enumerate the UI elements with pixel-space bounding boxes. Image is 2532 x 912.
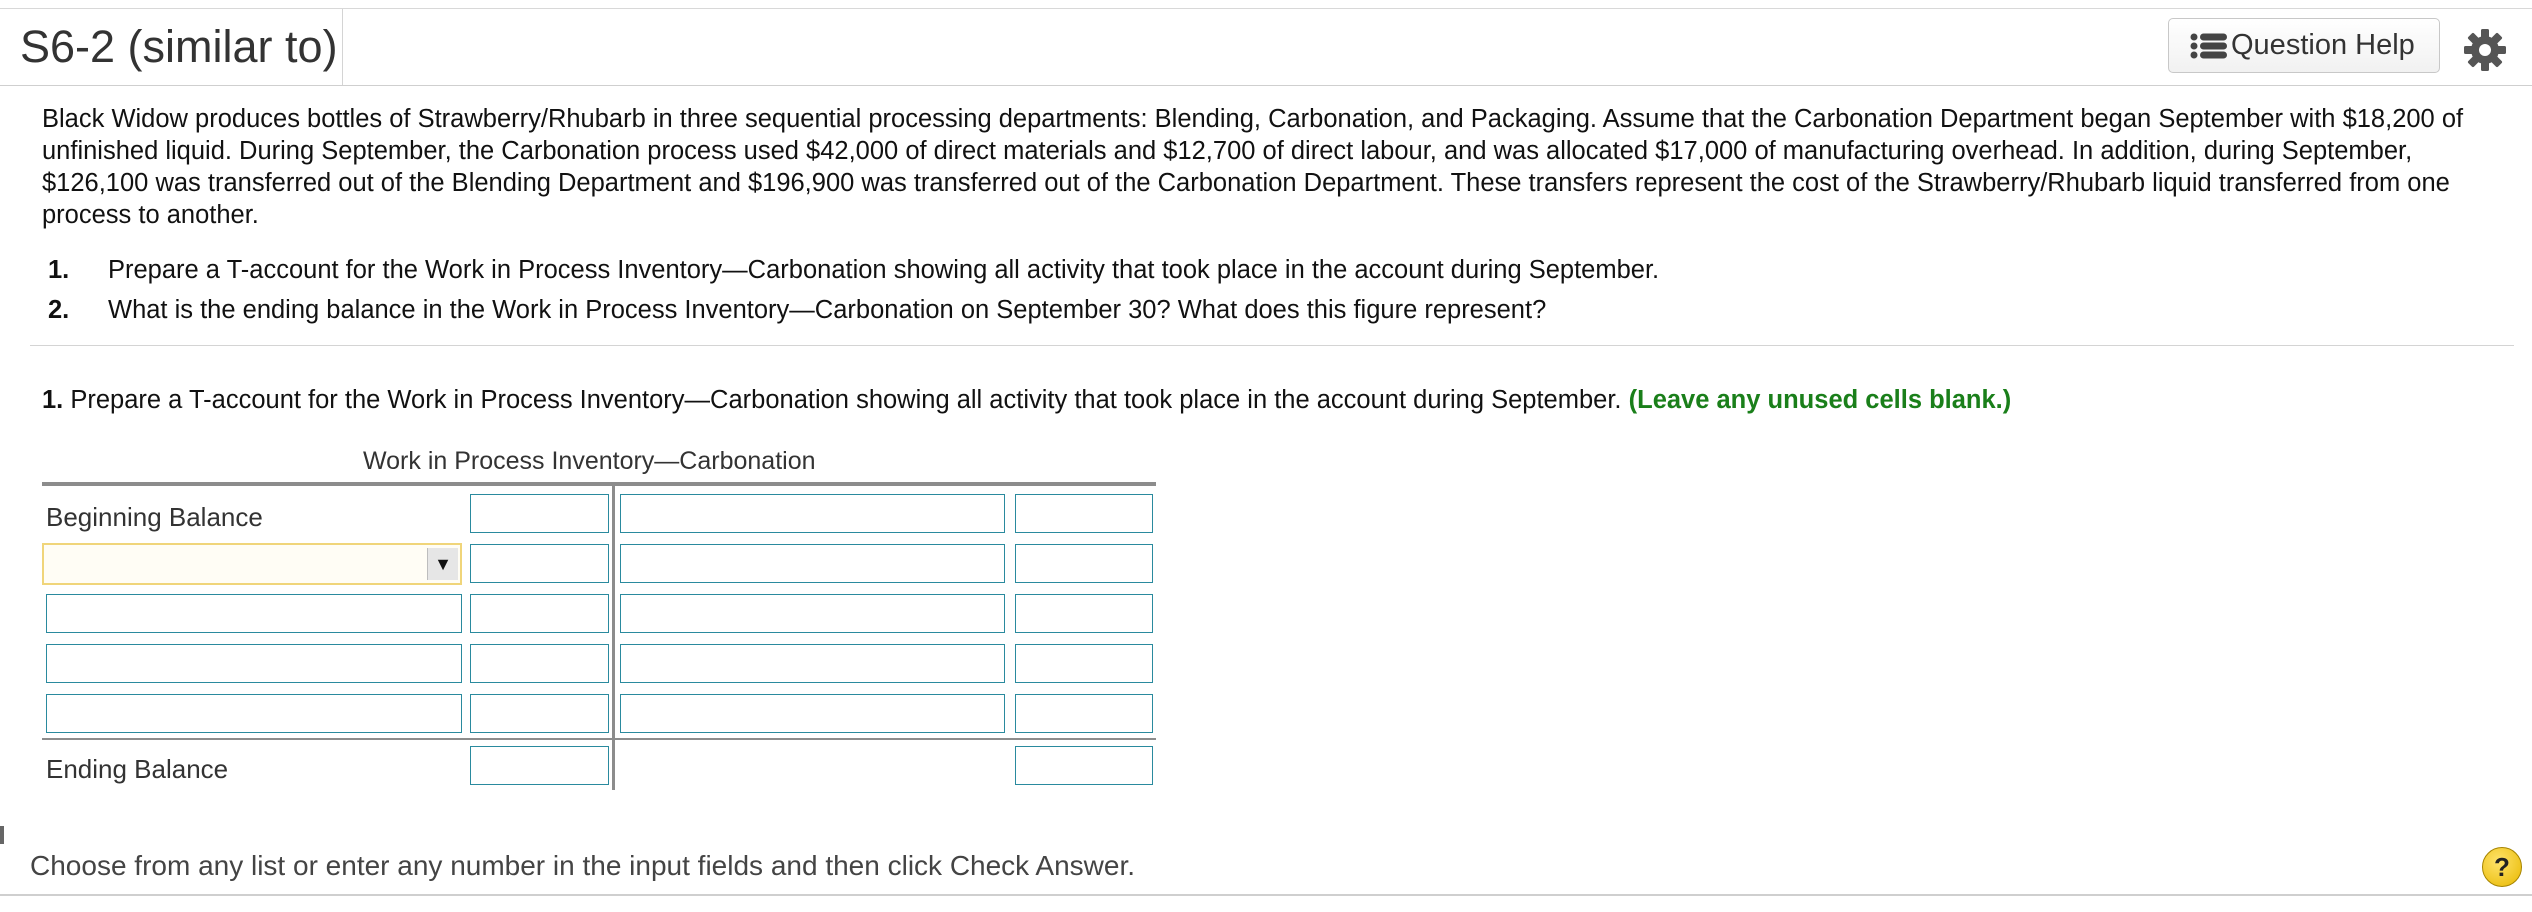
question-number: 2. <box>48 296 70 324</box>
gear-icon[interactable] <box>2462 27 2508 73</box>
list-icon <box>2190 33 2227 58</box>
question-text: What is the ending balance in the Work i… <box>108 296 1547 324</box>
ending-debit-amount-input[interactable] <box>470 746 609 785</box>
problem-intro: Black Widow produces bottles of Strawber… <box>42 105 2464 229</box>
header-bar: S6-2 (similar to) Question Help <box>0 9 2532 86</box>
credit-amount-input-1[interactable] <box>1015 494 1153 533</box>
part1-instruction: 1. Prepare a T-account for the Work in P… <box>42 384 2011 416</box>
part1-text: Prepare a T-account for the Work in Proc… <box>70 386 1622 414</box>
question-help-button[interactable]: Question Help <box>2168 18 2440 73</box>
ending-balance-label: Ending Balance <box>46 754 229 784</box>
taccount-top-line <box>42 482 1156 486</box>
title-divider <box>342 9 343 85</box>
credit-amount-input-5[interactable] <box>1015 694 1153 733</box>
list-item: 2. What is the ending balance in the Wor… <box>48 290 1659 330</box>
taccount-total-line <box>42 738 1156 740</box>
debit-amount-input-5[interactable] <box>470 694 609 733</box>
credit-amount-input-3[interactable] <box>1015 594 1153 633</box>
debit-account-input-4[interactable] <box>46 644 462 683</box>
credit-amount-input-4[interactable] <box>1015 644 1153 683</box>
credit-account-input-1[interactable] <box>620 494 1005 533</box>
debit-account-input-3[interactable] <box>46 594 462 633</box>
footer-rule <box>0 894 2532 896</box>
credit-amount-input-2[interactable] <box>1015 544 1153 583</box>
taccount-center-line <box>612 486 615 790</box>
question-number: 1. <box>48 256 70 284</box>
left-edge-mark <box>0 826 4 844</box>
question-text: Prepare a T-account for the Work in Proc… <box>108 256 1660 284</box>
part1-note: (Leave any unused cells blank.) <box>1628 386 2012 414</box>
credit-account-input-4[interactable] <box>620 644 1005 683</box>
credit-account-input-2[interactable] <box>620 544 1005 583</box>
footer-instruction: Choose from any list or enter any number… <box>30 850 1136 881</box>
question-list: 1. Prepare a T-account for the Work in P… <box>48 250 1659 330</box>
part1-number: 1. <box>42 386 64 414</box>
debit-amount-input-4[interactable] <box>470 644 609 683</box>
debit-amount-input-1[interactable] <box>470 494 609 533</box>
debit-account-dropdown[interactable]: ▼ <box>42 543 462 585</box>
chevron-down-icon[interactable]: ▼ <box>427 548 458 580</box>
section-divider <box>30 345 2514 346</box>
credit-account-input-5[interactable] <box>620 694 1005 733</box>
ending-credit-amount-input[interactable] <box>1015 746 1153 785</box>
debit-account-input-5[interactable] <box>46 694 462 733</box>
taccount-title: Work in Process Inventory—Carbonation <box>363 447 816 475</box>
credit-account-input-3[interactable] <box>620 594 1005 633</box>
debit-amount-input-2[interactable] <box>470 544 609 583</box>
beginning-balance-label: Beginning Balance <box>46 502 263 532</box>
list-item: 1. Prepare a T-account for the Work in P… <box>48 250 1659 290</box>
question-help-label: Question Help <box>2231 29 2415 61</box>
help-question-icon[interactable]: ? <box>2482 847 2522 887</box>
page-title: S6-2 (similar to) <box>20 21 338 72</box>
debit-amount-input-3[interactable] <box>470 594 609 633</box>
